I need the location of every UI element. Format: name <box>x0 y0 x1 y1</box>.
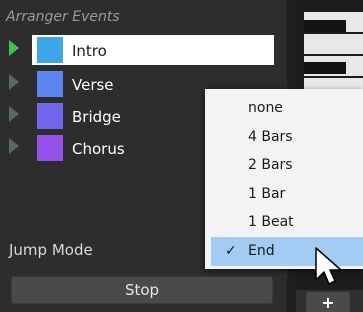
play-arrow-icon[interactable] <box>9 106 19 122</box>
event-label[interactable]: Chorus <box>72 140 125 158</box>
stop-button[interactable]: Stop <box>11 276 273 304</box>
menu-item-4-bars[interactable]: 4 Bars <box>205 123 363 152</box>
piano-key <box>304 34 363 54</box>
menu-item-label: 4 Bars <box>248 129 293 145</box>
play-arrow-icon[interactable] <box>9 74 19 90</box>
piano-key <box>304 62 346 74</box>
checkmark-icon: ✓ <box>225 243 237 259</box>
menu-item-1-bar[interactable]: 1 Bar <box>205 180 363 209</box>
play-arrow-icon[interactable] <box>9 40 19 56</box>
event-label[interactable]: Bridge <box>72 108 121 126</box>
menu-item-label: 2 Bars <box>248 157 293 173</box>
color-swatch <box>37 37 63 63</box>
menu-item-label: none <box>248 100 283 116</box>
piano-key <box>304 20 346 32</box>
event-label[interactable]: Verse <box>72 76 114 94</box>
event-label[interactable]: Intro <box>72 42 107 60</box>
event-row-intro[interactable] <box>32 35 274 65</box>
jump-mode-label[interactable]: Jump Mode <box>9 241 93 259</box>
menu-item-none[interactable]: none <box>205 94 363 123</box>
play-arrow-icon[interactable] <box>9 138 19 154</box>
mouse-cursor-icon <box>315 247 342 285</box>
menu-item-1-beat[interactable]: 1 Beat <box>205 208 363 237</box>
jump-mode-menu: none 4 Bars 2 Bars 1 Bar 1 Beat ✓ End <box>205 89 363 269</box>
color-swatch <box>37 135 63 161</box>
menu-item-label: End <box>248 243 275 259</box>
add-button[interactable]: + <box>306 292 350 312</box>
color-swatch <box>37 71 63 97</box>
color-swatch <box>37 103 63 129</box>
menu-item-2-bars[interactable]: 2 Bars <box>205 151 363 180</box>
menu-item-label: 1 Beat <box>248 214 294 230</box>
menu-item-label: 1 Bar <box>248 186 286 202</box>
panel-title: Arranger Events <box>6 9 120 25</box>
